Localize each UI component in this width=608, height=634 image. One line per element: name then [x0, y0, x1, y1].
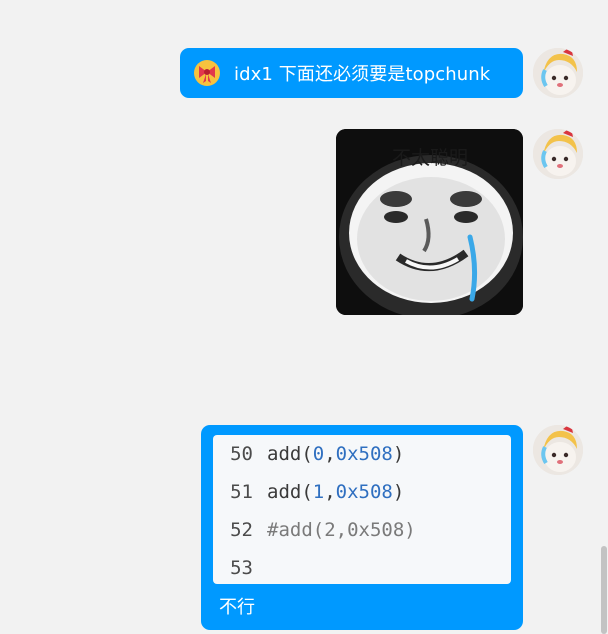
- user-avatar-icon[interactable]: [533, 48, 583, 98]
- code-line: 51 add(1, 0x508): [213, 473, 404, 511]
- user-avatar-icon[interactable]: [533, 129, 583, 179]
- scrollbar[interactable]: [600, 0, 608, 634]
- line-number: 50: [230, 443, 253, 465]
- code-block[interactable]: 50 add(0, 0x508) 51 add(1, 0x508) 52 #add(…: [213, 435, 511, 584]
- meme-caption: 不太聪明: [392, 147, 469, 169]
- line-number: 52: [230, 519, 253, 541]
- user-avatar-icon[interactable]: [533, 425, 583, 475]
- line-number: 53: [230, 557, 253, 579]
- code-line: 52 #add(2,0x508): [213, 511, 416, 549]
- message-text: 不行: [219, 597, 255, 618]
- meme-image[interactable]: 不太聪明: [336, 129, 523, 315]
- line-number: 51: [230, 481, 253, 503]
- bow-emoji-icon: [194, 60, 220, 86]
- code-line: 50 add(0, 0x508): [213, 435, 404, 473]
- message-bubble-1[interactable]: idx1 下面还必须要是topchunk: [180, 48, 523, 98]
- message-bubble-3[interactable]: 50 add(0, 0x508) 51 add(1, 0x508) 52 #add(…: [201, 425, 523, 630]
- message-text: idx1 下面还必须要是topchunk: [234, 64, 491, 85]
- code-line: 53: [213, 549, 267, 584]
- scrollbar-thumb[interactable]: [601, 546, 607, 634]
- chat-window: idx1 下面还必须要是topchunk 不太聪明 50 add(0 , 0x…: [0, 0, 608, 634]
